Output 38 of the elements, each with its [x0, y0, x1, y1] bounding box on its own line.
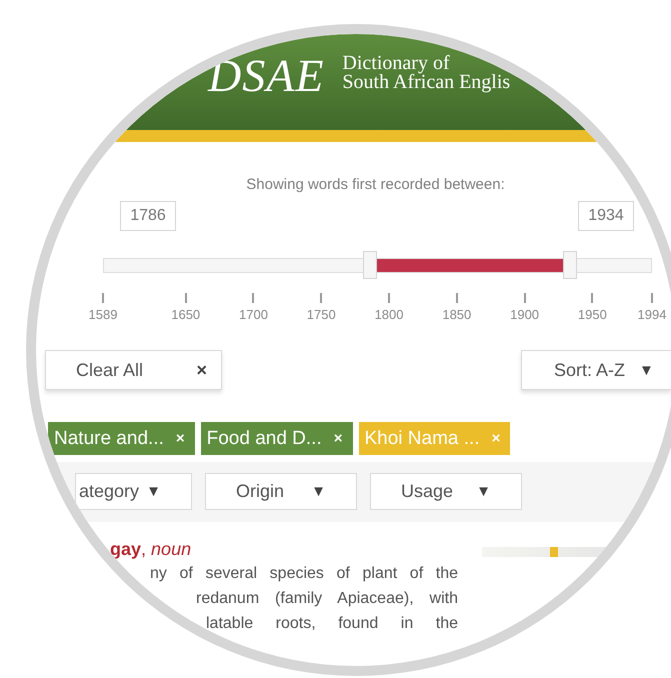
- tick-mark: [456, 293, 458, 303]
- definition-line: redanum (family Apiaceae), with: [196, 589, 458, 609]
- tick-label: 1750: [306, 307, 336, 322]
- tick-label: 1850: [442, 307, 472, 322]
- definition-line: ny of several species of plant of the: [150, 564, 458, 584]
- tick-label: 1800: [374, 307, 404, 322]
- filter-tag[interactable]: Food and D... ×: [200, 422, 352, 455]
- filter-dropdown[interactable]: Origin ▼: [205, 473, 357, 510]
- sort-dropdown[interactable]: Sort: A-Z ▼: [521, 350, 671, 390]
- date-range-caption: Showing words first recorded between:: [245, 175, 506, 195]
- tick-label: 1994: [638, 307, 666, 322]
- start-year-field[interactable]: 1786: [120, 201, 176, 231]
- tick-mark: [651, 293, 653, 303]
- tick-mark: [591, 293, 594, 303]
- tick-mark: [320, 293, 322, 303]
- slider-handle[interactable]: [563, 251, 578, 279]
- tick-mark: [252, 293, 254, 303]
- tick-label: 1650: [171, 307, 200, 322]
- tick-mark: [524, 293, 526, 303]
- tick-mark: [184, 293, 187, 303]
- tick-mark: [388, 293, 390, 303]
- clear-all-button[interactable]: Clear All ×: [45, 350, 222, 390]
- site-title: South African Englis: [342, 73, 510, 92]
- entry-headword[interactable]: gay, noun: [110, 537, 458, 561]
- site-logo[interactable]: DSAE: [208, 52, 324, 100]
- slider-handle[interactable]: [362, 251, 377, 279]
- site-title: Dictionary of: [342, 54, 450, 73]
- tick-label: 1950: [578, 307, 607, 322]
- tick-label: 1589: [88, 307, 118, 322]
- end-year-field[interactable]: 1934: [578, 201, 634, 231]
- definition-line: latable roots, found in the: [206, 614, 458, 634]
- tick-label: 1900: [510, 307, 540, 322]
- tick-label: 1700: [239, 307, 268, 322]
- timeline-marker: [550, 547, 558, 557]
- filter-dropdown[interactable]: Usage ▼: [370, 473, 522, 510]
- tick-mark: [102, 293, 104, 303]
- filter-dropdown[interactable]: ategory ▼: [75, 473, 192, 510]
- filter-tag[interactable]: Nature and... ×: [48, 422, 195, 455]
